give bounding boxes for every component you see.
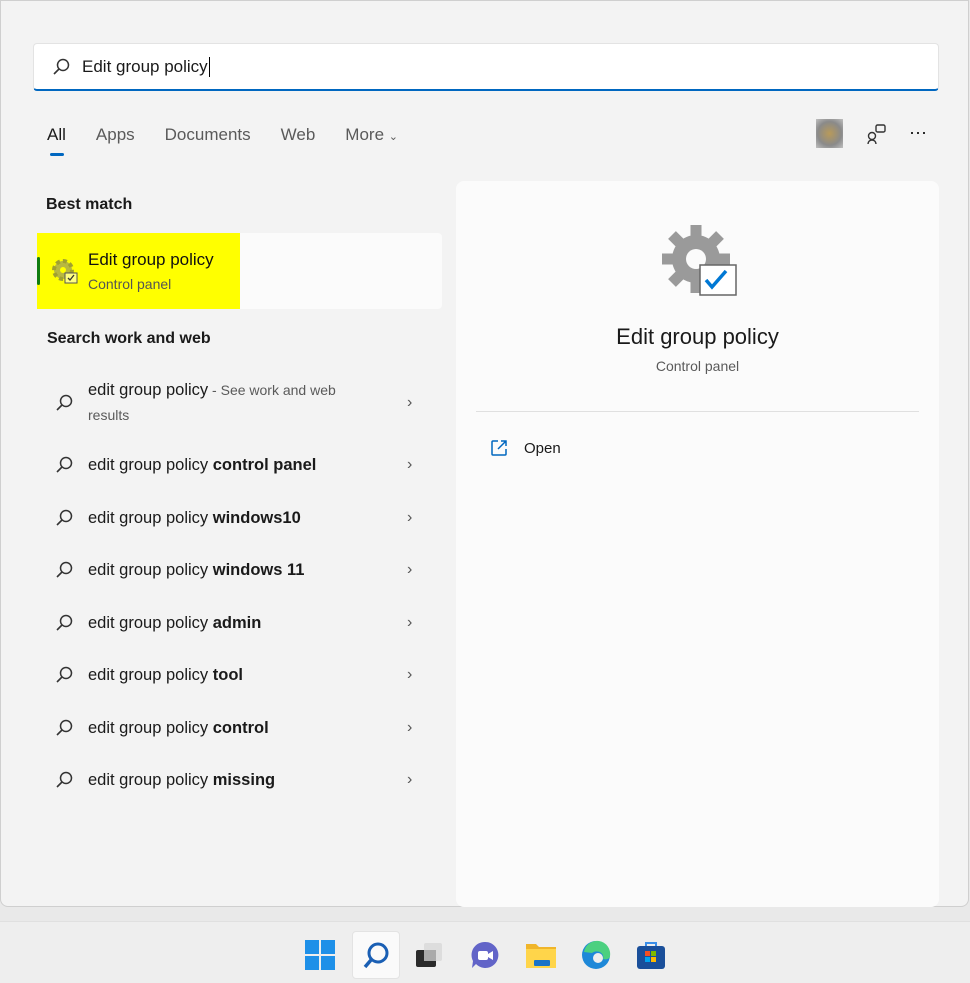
suggestion-label: edit group policy windows 11: [88, 558, 378, 583]
suggestion-text: edit group policy: [88, 455, 213, 474]
web-suggestion[interactable]: edit group policy - See work and web res…: [37, 377, 442, 429]
search-icon: [56, 771, 73, 788]
web-suggestion[interactable]: edit group policy missing ›: [37, 756, 442, 804]
tab-documents[interactable]: Documents: [165, 125, 251, 145]
suggestion-bold: tool: [212, 665, 243, 684]
suggestion-text: edit group policy: [88, 665, 213, 684]
suggestion-text: edit group policy: [88, 718, 213, 737]
best-match-heading: Best match: [46, 196, 133, 213]
suggestion-label: edit group policy windows10: [88, 506, 378, 531]
filter-tabs: All Apps Documents Web More ⌄: [47, 125, 428, 156]
web-heading: Search work and web: [47, 330, 211, 347]
web-suggestion[interactable]: edit group policy tool ›: [37, 651, 442, 699]
chevron-right-icon[interactable]: ›: [407, 719, 412, 737]
preview-panel: Edit group policy Control panel Open: [456, 181, 939, 907]
chevron-right-icon[interactable]: ›: [407, 666, 412, 684]
edge-icon: [582, 940, 611, 969]
best-match-title: Edit group policy: [88, 250, 214, 269]
suggestion-label: edit group policy control panel: [88, 453, 378, 478]
suggestion-bold: windows 11: [212, 560, 305, 579]
chat-icon: [471, 941, 499, 968]
group-policy-large-icon: [662, 225, 737, 296]
search-icon: [56, 561, 73, 578]
open-label: Open: [524, 439, 561, 457]
suggestion-bold: admin: [212, 613, 262, 632]
tab-web[interactable]: Web: [281, 125, 316, 145]
selection-indicator: [37, 257, 40, 285]
chevron-right-icon[interactable]: ›: [407, 456, 412, 474]
best-match-subtitle: Control panel: [88, 276, 172, 292]
task-view-button[interactable]: [405, 931, 453, 979]
chevron-down-icon: ⌄: [388, 131, 398, 143]
chevron-right-icon[interactable]: ›: [407, 614, 412, 632]
edge-button[interactable]: [572, 931, 620, 979]
tab-apps[interactable]: Apps: [96, 125, 135, 145]
suggestion-label: edit group policy admin: [88, 611, 378, 636]
suggestion-text: edit group policy: [88, 560, 213, 579]
avatar[interactable]: [816, 119, 843, 148]
best-match-item[interactable]: Edit group policy Control panel: [37, 233, 442, 309]
tab-more[interactable]: More ⌄: [345, 125, 398, 145]
preview-subtitle: Control panel: [655, 358, 740, 374]
divider: [476, 411, 919, 412]
file-explorer-button[interactable]: [517, 931, 565, 979]
search-icon: [363, 942, 389, 969]
more-options-icon[interactable]: ⋯: [909, 123, 928, 144]
search-input[interactable]: Edit group policy: [33, 43, 939, 91]
chevron-right-icon[interactable]: ›: [407, 509, 412, 527]
search-icon: [56, 666, 73, 683]
feedback-icon[interactable]: [865, 123, 887, 145]
chevron-right-icon[interactable]: ›: [407, 561, 412, 579]
web-suggestion[interactable]: edit group policy windows10 ›: [37, 494, 442, 542]
group-policy-icon: [52, 259, 78, 284]
top-actions: ⋯: [816, 119, 928, 148]
open-button[interactable]: Open: [490, 439, 561, 457]
search-window: Edit group policy All Apps Documents Web…: [0, 0, 969, 907]
web-suggestion[interactable]: edit group policy admin ›: [37, 599, 442, 647]
task-view-icon: [416, 943, 442, 967]
suggestion-text: edit group policy: [88, 508, 213, 527]
web-suggestion[interactable]: edit group policy control panel ›: [37, 441, 442, 489]
open-external-icon: [491, 440, 507, 456]
search-icon: [56, 509, 73, 526]
suggestion-bold: control: [212, 718, 269, 737]
suggestion-text: edit group policy: [88, 613, 213, 632]
suggestion-text: edit group policy: [88, 770, 213, 789]
tab-more-label: More: [345, 125, 385, 144]
folder-icon: [526, 944, 556, 968]
start-button[interactable]: [296, 931, 344, 979]
suggestion-label: edit group policy - See work and web res…: [88, 378, 378, 428]
suggestion-bold: windows10: [212, 508, 301, 527]
web-suggestion[interactable]: edit group policy control ›: [37, 704, 442, 752]
suggestion-label: edit group policy control: [88, 716, 378, 741]
suggestion-bold: control panel: [212, 455, 317, 474]
suggestion-label: edit group policy tool: [88, 663, 378, 688]
chevron-right-icon[interactable]: ›: [407, 394, 412, 412]
store-icon: [637, 942, 665, 969]
preview-title: Edit group policy: [616, 324, 779, 349]
search-query[interactable]: Edit group policy: [82, 56, 210, 77]
suggestion-text: edit group policy: [88, 381, 209, 399]
suggestion-bold: missing: [212, 770, 276, 789]
search-taskbar-button[interactable]: [352, 931, 400, 979]
teams-chat-button[interactable]: [461, 931, 509, 979]
store-button[interactable]: [627, 931, 675, 979]
search-icon: [53, 58, 70, 75]
windows-logo-icon: [305, 940, 335, 970]
tab-all[interactable]: All: [47, 125, 66, 156]
search-icon: [56, 614, 73, 631]
search-icon: [56, 456, 73, 473]
search-icon: [56, 719, 73, 736]
web-suggestion[interactable]: edit group policy windows 11 ›: [37, 546, 442, 594]
suggestion-label: edit group policy missing: [88, 768, 378, 793]
search-icon: [56, 394, 73, 411]
chevron-right-icon[interactable]: ›: [407, 771, 412, 789]
taskbar: [0, 921, 970, 983]
